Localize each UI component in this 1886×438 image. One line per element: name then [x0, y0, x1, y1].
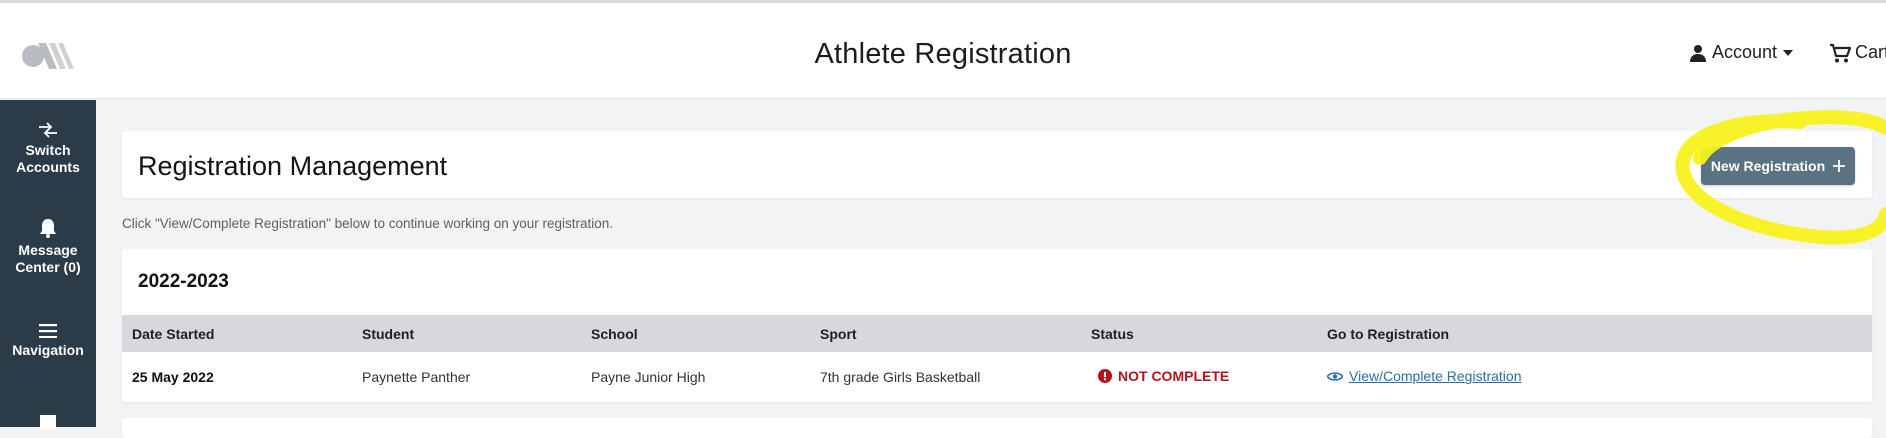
- table-header: Date Started Student School Sport Status…: [122, 315, 1872, 352]
- cell-school: Payne Junior High: [591, 369, 706, 385]
- sidebar-item-label: Message Center (0): [15, 242, 81, 275]
- alert-circle-icon: [1098, 369, 1112, 383]
- view-complete-registration-link[interactable]: View/Complete Registration: [1327, 368, 1522, 384]
- column-header-date-started: Date Started: [132, 326, 215, 342]
- sidebar: Switch Accounts Message Center (0) Navig…: [0, 100, 96, 429]
- app-header: Athlete Registration Account Cart: [0, 3, 1886, 99]
- switch-arrows-icon: [39, 122, 57, 138]
- account-menu-button[interactable]: Account: [1690, 42, 1794, 63]
- plus-icon: [1833, 160, 1846, 172]
- view-complete-registration-label: View/Complete Registration: [1349, 368, 1522, 384]
- bell-icon: [40, 219, 56, 238]
- status-badge: NOT COMPLETE: [1098, 368, 1229, 384]
- sidebar-item-documents[interactable]: [0, 415, 96, 433]
- sidebar-item-label: Switch Accounts: [16, 142, 80, 175]
- page-title: Registration Management: [138, 151, 448, 181]
- sidebar-item-switch-accounts[interactable]: Switch Accounts: [0, 122, 96, 176]
- cell-student: Paynette Panther: [362, 369, 471, 385]
- column-header-status: Status: [1091, 326, 1134, 342]
- new-registration-label: New Registration: [1710, 158, 1826, 174]
- season-card: 2022-2023 Date Started Student School Sp…: [122, 249, 1872, 402]
- season-year-heading: 2022-2023: [138, 271, 229, 292]
- table-row: 25 May 2022 Paynette Panther Payne Junio…: [122, 352, 1872, 402]
- next-season-card: [122, 418, 1872, 438]
- cell-date-started: 25 May 2022: [132, 369, 214, 385]
- instruction-text: Click "View/Complete Registration" below…: [122, 216, 614, 231]
- sidebar-item-label: Navigation: [12, 342, 84, 358]
- cart-button[interactable]: Cart: [1829, 42, 1886, 63]
- cart-label: Cart: [1855, 42, 1886, 62]
- column-header-student: Student: [362, 326, 415, 342]
- sidebar-item-navigation[interactable]: Navigation: [0, 324, 96, 359]
- caret-down-icon: [1783, 49, 1794, 56]
- account-label: Account: [1712, 42, 1778, 62]
- hamburger-menu-icon: [39, 324, 57, 338]
- user-icon: [1690, 44, 1706, 62]
- column-header-school: School: [591, 326, 638, 342]
- registration-management-card: Registration Management: [122, 131, 1872, 198]
- eye-icon: [1327, 371, 1343, 381]
- column-header-sport: Sport: [820, 326, 857, 342]
- status-text: NOT COMPLETE: [1118, 368, 1230, 384]
- column-header-go-to-registration: Go to Registration: [1327, 326, 1450, 342]
- app-title: Athlete Registration: [814, 38, 1072, 70]
- new-registration-button[interactable]: New Registration: [1701, 147, 1855, 185]
- cell-sport: 7th grade Girls Basketball: [820, 369, 981, 385]
- cart-icon: [1830, 43, 1851, 62]
- sidebar-item-message-center[interactable]: Message Center (0): [0, 218, 96, 276]
